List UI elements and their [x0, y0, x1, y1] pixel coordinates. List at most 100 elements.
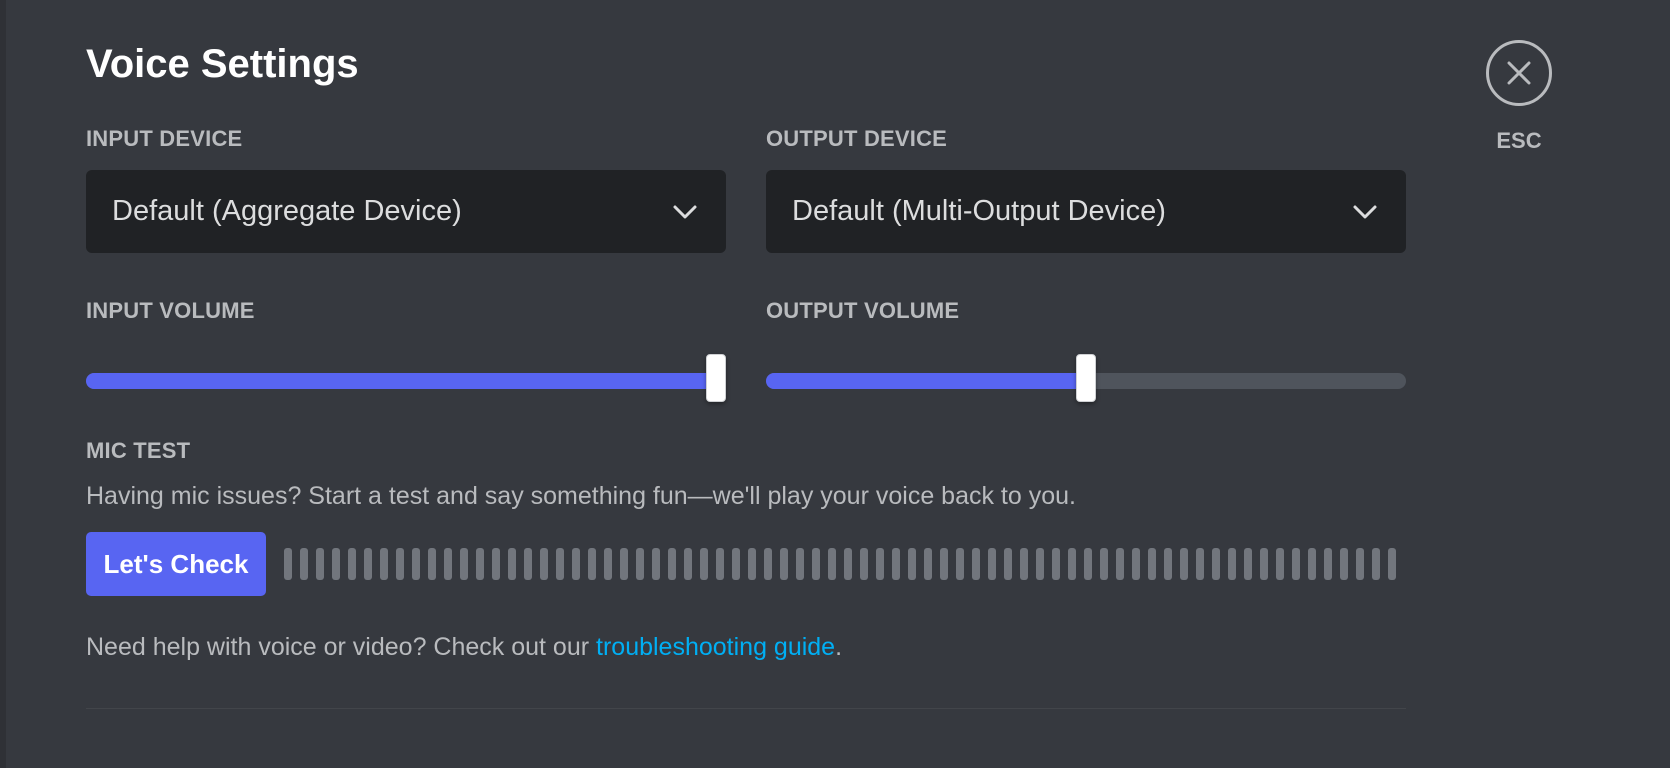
output-device-value: Default (Multi-Output Device): [792, 195, 1166, 227]
input-device-select[interactable]: Default (Aggregate Device): [86, 170, 726, 253]
mic-level-bar: [1068, 548, 1076, 580]
mic-level-bar: [620, 548, 628, 580]
mic-level-bar: [1308, 548, 1316, 580]
left-edge-strip: [0, 0, 6, 768]
chevron-down-icon: [1350, 197, 1380, 227]
esc-label: ESC: [1496, 128, 1542, 153]
mic-level-bar: [1260, 548, 1268, 580]
mic-level-bar: [476, 548, 484, 580]
mic-level-bar: [1116, 548, 1124, 580]
mic-level-bar: [1084, 548, 1092, 580]
mic-level-bar: [508, 548, 516, 580]
mic-level-bar: [332, 548, 340, 580]
mic-test-label: MIC TEST: [86, 438, 191, 463]
output-device-label: OUTPUT DEVICE: [766, 126, 948, 151]
page-title: Voice Settings: [86, 42, 359, 86]
mic-level-bar: [812, 548, 820, 580]
mic-level-bar: [444, 548, 452, 580]
mic-level-bar: [764, 548, 772, 580]
mic-level-bar: [1036, 548, 1044, 580]
mic-level-bar: [988, 548, 996, 580]
mic-level-bar: [412, 548, 420, 580]
mic-level-bar: [684, 548, 692, 580]
mic-level-bar: [572, 548, 580, 580]
close-icon: [1506, 60, 1532, 86]
output-volume-slider[interactable]: [766, 354, 1406, 406]
mic-level-bar: [1148, 548, 1156, 580]
mic-level-bar: [492, 548, 500, 580]
mic-level-bar: [796, 548, 804, 580]
mic-level-bar: [300, 548, 308, 580]
output-device-select[interactable]: Default (Multi-Output Device): [766, 170, 1406, 253]
output-volume-label: OUTPUT VOLUME: [766, 298, 960, 323]
mic-level-bar: [396, 548, 404, 580]
help-text-suffix: .: [835, 633, 843, 661]
mic-level-bar: [364, 548, 372, 580]
mic-level-bar: [892, 548, 900, 580]
chevron-down-icon: [670, 197, 700, 227]
mic-level-bar: [1212, 548, 1220, 580]
mic-level-bar: [700, 548, 708, 580]
mic-level-bar: [844, 548, 852, 580]
mic-level-bar: [316, 548, 324, 580]
input-volume-handle[interactable]: [706, 354, 726, 402]
mic-level-bar: [1340, 548, 1348, 580]
help-text: Need help with voice or video? Check out…: [86, 633, 842, 662]
input-device-value: Default (Aggregate Device): [112, 195, 462, 227]
mic-level-bar: [860, 548, 868, 580]
mic-level-bar: [780, 548, 788, 580]
mic-level-bar: [1244, 548, 1252, 580]
mic-level-bar: [828, 548, 836, 580]
input-volume-fill: [86, 373, 726, 389]
mic-level-bar: [876, 548, 884, 580]
mic-level-bar: [1324, 548, 1332, 580]
mic-level-bar: [1356, 548, 1364, 580]
mic-level-bar: [604, 548, 612, 580]
mic-level-bar: [1164, 548, 1172, 580]
input-device-label: INPUT DEVICE: [86, 126, 243, 151]
mic-level-bar: [1276, 548, 1284, 580]
output-volume-fill: [766, 373, 1086, 389]
mic-level-bar: [588, 548, 596, 580]
mic-level-bar: [428, 548, 436, 580]
mic-level-bar: [1132, 548, 1140, 580]
mic-level-bar: [716, 548, 724, 580]
troubleshooting-guide-link[interactable]: troubleshooting guide: [596, 633, 835, 661]
mic-level-bar: [1052, 548, 1060, 580]
mic-level-bar: [1180, 548, 1188, 580]
help-text-prefix: Need help with voice or video? Check out…: [86, 633, 597, 661]
output-volume-handle[interactable]: [1076, 354, 1096, 402]
mic-level-bar: [556, 548, 564, 580]
mic-level-bar: [284, 548, 292, 580]
mic-level-bar: [732, 548, 740, 580]
mic-level-bar: [524, 548, 532, 580]
input-volume-slider[interactable]: [86, 354, 726, 406]
mic-level-bar: [956, 548, 964, 580]
divider: [86, 708, 1406, 709]
mic-level-bar: [1020, 548, 1028, 580]
mic-level-bar: [348, 548, 356, 580]
mic-level-bar: [1292, 548, 1300, 580]
close-button[interactable]: [1486, 40, 1552, 106]
mic-level-bar: [1100, 548, 1108, 580]
mic-level-bar: [540, 548, 548, 580]
mic-level-bar: [1228, 548, 1236, 580]
mic-level-bar: [636, 548, 644, 580]
mic-level-bar: [668, 548, 676, 580]
mic-level-bar: [460, 548, 468, 580]
mic-level-meter: [284, 548, 1396, 580]
mic-level-bar: [940, 548, 948, 580]
mic-level-bar: [1196, 548, 1204, 580]
mic-level-bar: [748, 548, 756, 580]
mic-level-bar: [380, 548, 388, 580]
input-volume-label: INPUT VOLUME: [86, 298, 255, 323]
mic-level-bar: [1004, 548, 1012, 580]
mic-level-bar: [972, 548, 980, 580]
mic-test-description: Having mic issues? Start a test and say …: [86, 482, 1076, 510]
mic-level-bar: [1388, 548, 1396, 580]
mic-level-bar: [1372, 548, 1380, 580]
mic-level-bar: [652, 548, 660, 580]
mic-level-bar: [924, 548, 932, 580]
mic-level-bar: [908, 548, 916, 580]
lets-check-button[interactable]: Let's Check: [86, 532, 266, 596]
